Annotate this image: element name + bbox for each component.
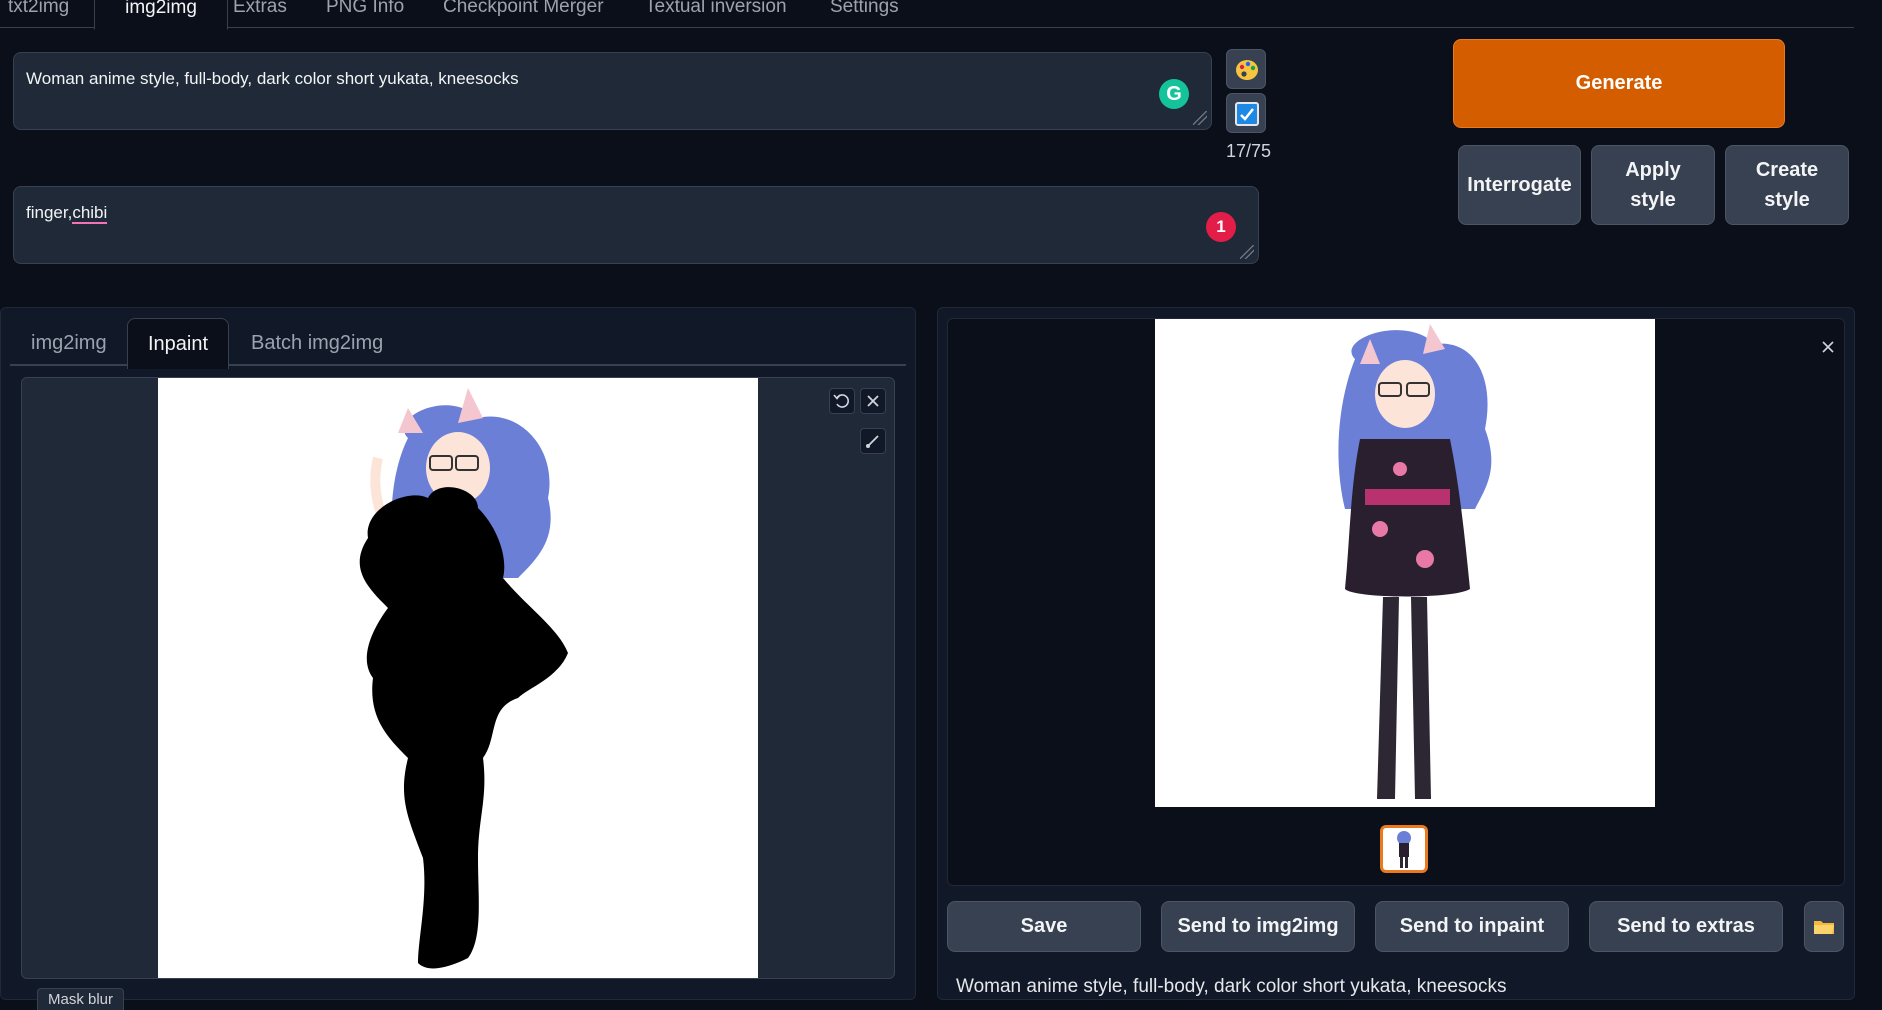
- mask-blur-label: Mask blur: [37, 988, 125, 1010]
- misspelled-word[interactable]: chibi: [72, 203, 108, 224]
- create-style-button[interactable]: Create style: [1725, 145, 1849, 225]
- checkbox-icon: [1235, 102, 1259, 126]
- checkbox-toggle-button[interactable]: [1226, 93, 1266, 133]
- send-to-img2img-button[interactable]: Send to img2img: [1161, 901, 1355, 952]
- tab-extras[interactable]: Extras: [225, 0, 295, 28]
- gallery-thumbnail[interactable]: [1380, 825, 1428, 873]
- token-counter: 17/75: [1226, 141, 1272, 161]
- close-icon[interactable]: [1818, 337, 1838, 357]
- tab-inpaint[interactable]: Inpaint: [127, 318, 230, 369]
- tab-img2img-mode[interactable]: img2img: [11, 318, 127, 368]
- prompt-text: Woman anime style, full-body, dark color…: [26, 69, 519, 88]
- interrogate-button[interactable]: Interrogate: [1458, 145, 1581, 225]
- output-panel: Save Send to img2img Send to inpaint Sen…: [937, 307, 1855, 1000]
- generate-button[interactable]: Generate: [1453, 39, 1785, 128]
- generation-info-text: Woman anime style, full-body, dark color…: [956, 976, 1507, 997]
- generated-character: [1338, 324, 1492, 799]
- issue-count-badge[interactable]: 1: [1206, 212, 1236, 242]
- save-button[interactable]: Save: [947, 901, 1141, 952]
- palette-icon: [1236, 60, 1258, 80]
- grammarly-icon[interactable]: G: [1159, 79, 1189, 109]
- tab-img2img[interactable]: img2img: [94, 0, 228, 30]
- thumbnail-image: [1397, 831, 1411, 868]
- prompt-input[interactable]: Woman anime style, full-body, dark color…: [13, 52, 1212, 130]
- source-image[interactable]: [158, 378, 758, 978]
- inpaint-canvas[interactable]: [21, 377, 895, 979]
- resize-handle[interactable]: [1193, 111, 1207, 125]
- open-folder-button[interactable]: [1804, 901, 1844, 952]
- brush-icon[interactable]: [860, 428, 886, 454]
- resize-handle[interactable]: [1240, 245, 1254, 259]
- generated-image[interactable]: [1155, 319, 1655, 807]
- input-panel: img2img Inpaint Batch img2img Mask blur: [0, 307, 916, 1010]
- top-tab-bar: txt2img img2img Extras PNG Info Checkpoi…: [0, 0, 1854, 30]
- undo-icon[interactable]: [829, 388, 855, 414]
- send-to-extras-button[interactable]: Send to extras: [1589, 901, 1783, 952]
- folder-icon: [1814, 920, 1834, 934]
- tab-settings[interactable]: Settings: [822, 0, 907, 28]
- negative-prompt-text: finger,: [26, 203, 73, 222]
- apply-style-button[interactable]: Apply style: [1591, 145, 1715, 225]
- tab-txt2img[interactable]: txt2img: [0, 0, 77, 28]
- tab-batch-img2img[interactable]: Batch img2img: [231, 318, 403, 368]
- tab-textual-inversion[interactable]: Textual inversion: [637, 0, 795, 28]
- send-to-inpaint-button[interactable]: Send to inpaint: [1375, 901, 1569, 952]
- tab-png-info[interactable]: PNG Info: [318, 0, 412, 28]
- style-palette-button[interactable]: [1226, 49, 1266, 89]
- tab-checkpoint-merger[interactable]: Checkpoint Merger: [435, 0, 612, 28]
- close-icon[interactable]: [860, 388, 886, 414]
- negative-prompt-input[interactable]: finger,chibi 1: [13, 186, 1259, 264]
- character-with-mask: [359, 388, 568, 969]
- output-gallery: [947, 318, 1845, 886]
